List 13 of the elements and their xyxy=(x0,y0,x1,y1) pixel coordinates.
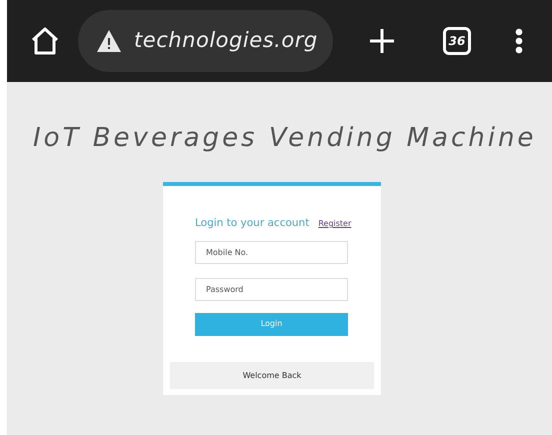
home-icon[interactable] xyxy=(30,27,60,55)
login-heading: Login to your account xyxy=(195,216,310,231)
input-field[interactable]: Password xyxy=(195,278,348,301)
warning-icon xyxy=(96,29,122,53)
register-link[interactable]: Register xyxy=(318,218,352,230)
welcome-banner: Welcome Back xyxy=(170,362,374,389)
address-bar[interactable]: technologies.org xyxy=(78,10,333,72)
tab-count-button[interactable]: 36 xyxy=(443,27,471,55)
url-text: technologies.org xyxy=(134,27,318,54)
input-field[interactable]: Mobile No. xyxy=(195,240,348,264)
menu-icon[interactable] xyxy=(515,28,523,54)
page-title: IoT Beverages Vending Machine xyxy=(33,122,538,155)
new-tab-icon[interactable] xyxy=(369,28,395,54)
